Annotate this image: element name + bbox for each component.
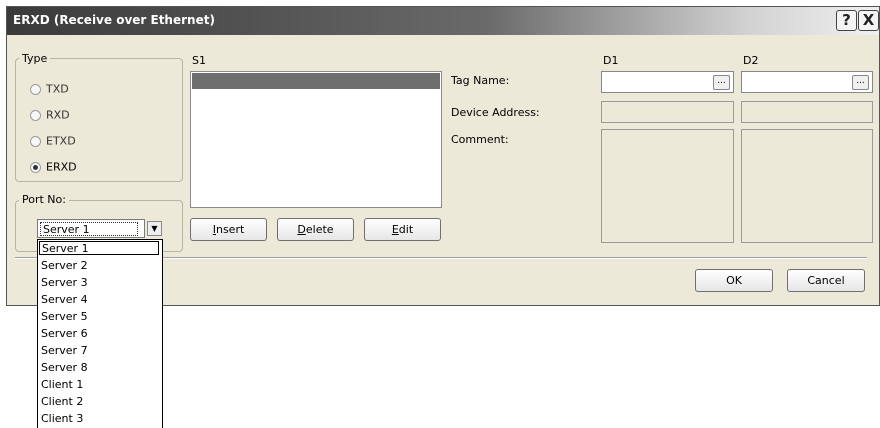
edit-button[interactable]: Edit (364, 218, 441, 241)
title-bar: ERXD (Receive over Ethernet) ? X (7, 7, 879, 35)
chevron-down-icon: ▼ (151, 224, 158, 233)
port-combobox[interactable]: Server 1 (37, 219, 145, 238)
edit-mnemonic: E (391, 223, 399, 236)
tag-name-label: Tag Name: (451, 74, 510, 87)
d1-comment-field (601, 129, 734, 243)
port-option[interactable]: Client 2 (41, 395, 83, 409)
ellipsis-icon: ... (856, 76, 865, 86)
close-button[interactable]: X (858, 10, 879, 31)
port-option[interactable]: Server 1 (39, 241, 159, 255)
radio-rxd-label: RXD (46, 108, 70, 122)
delete-mnemonic: D (297, 223, 306, 236)
port-option[interactable]: Server 4 (41, 293, 88, 307)
help-button[interactable]: ? (836, 10, 857, 31)
radio-erxd-indicator (30, 161, 41, 173)
radio-etxd[interactable]: ETXD (30, 134, 76, 148)
port-group-label: Port No: (19, 193, 69, 206)
delete-label: elete (305, 223, 334, 236)
delete-button[interactable]: Delete (277, 218, 354, 241)
comment-label: Comment: (451, 133, 509, 146)
port-option[interactable]: Server 3 (41, 276, 88, 290)
radio-txd[interactable]: TXD (30, 82, 69, 96)
radio-txd-indicator (30, 83, 41, 95)
port-option[interactable]: Client 3 (41, 412, 83, 426)
d1-browse-button[interactable]: ... (713, 75, 730, 90)
cancel-label: Cancel (807, 274, 845, 287)
s1-label: S1 (192, 54, 206, 67)
ok-label: OK (726, 274, 742, 287)
close-icon: X (862, 11, 875, 29)
ok-button[interactable]: OK (695, 269, 773, 292)
insert-button[interactable]: Insert (190, 218, 267, 241)
port-combobox-value: Server 1 (40, 222, 138, 236)
radio-txd-label: TXD (46, 82, 69, 96)
ellipsis-icon: ... (717, 76, 726, 86)
port-option[interactable]: Server 7 (41, 344, 88, 358)
d2-browse-button[interactable]: ... (852, 75, 869, 90)
port-dropdown-list: Server 1 Server 2 Server 3 Server 4 Serv… (37, 239, 163, 428)
s1-listbox[interactable] (190, 71, 442, 208)
type-group-label: Type (19, 52, 51, 65)
d1-device-address-field (601, 101, 734, 123)
cancel-button[interactable]: Cancel (787, 269, 865, 292)
port-dropdown-button[interactable]: ▼ (147, 221, 162, 236)
d2-device-address-field (741, 101, 873, 123)
help-icon: ? (842, 11, 851, 29)
radio-rxd-indicator (30, 109, 41, 121)
radio-erxd-label: ERXD (46, 160, 77, 174)
device-address-label: Device Address: (451, 106, 540, 119)
port-option[interactable]: Server 2 (41, 259, 88, 273)
port-option[interactable]: Server 5 (41, 310, 88, 324)
port-option[interactable]: Client 1 (41, 378, 83, 392)
d2-comment-field (741, 129, 873, 243)
insert-label: nsert (215, 223, 245, 236)
radio-etxd-label: ETXD (46, 134, 76, 148)
radio-erxd[interactable]: ERXD (30, 160, 77, 174)
d2-label: D2 (743, 54, 759, 67)
edit-label: dit (398, 223, 414, 236)
window-title: ERXD (Receive over Ethernet) (13, 13, 215, 27)
d1-label: D1 (603, 54, 619, 67)
port-option[interactable]: Server 6 (41, 327, 88, 341)
port-option[interactable]: Server 8 (41, 361, 88, 375)
radio-rxd[interactable]: RXD (30, 108, 70, 122)
radio-etxd-indicator (30, 135, 41, 147)
s1-list-row-selected[interactable] (192, 73, 440, 89)
